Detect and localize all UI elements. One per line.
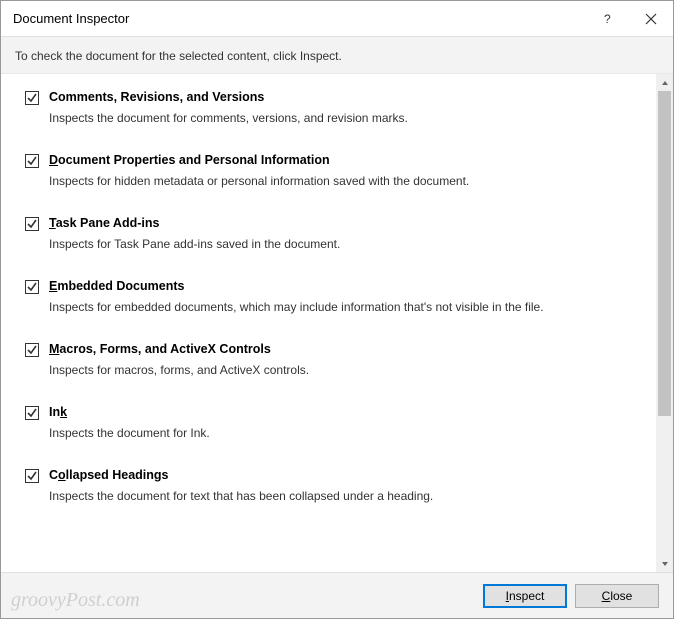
inspection-item-title: Macros, Forms, and ActiveX Controls xyxy=(49,342,271,356)
scrollbar-track[interactable] xyxy=(656,91,673,555)
inspection-item-title: Embedded Documents xyxy=(49,279,184,293)
inspection-item-head: Document Properties and Personal Informa… xyxy=(25,153,632,168)
inspection-item: Comments, Revisions, and Versions Inspect… xyxy=(25,90,632,125)
inspection-checkbox[interactable] xyxy=(25,343,39,357)
instruction-text: To check the document for the selected c… xyxy=(1,37,673,74)
inspection-item-head: Collapsed Headings xyxy=(25,468,632,483)
inspection-item-desc: Inspects the document for Ink. xyxy=(49,426,632,440)
document-inspector-dialog: Document Inspector ? To check the docume… xyxy=(0,0,674,619)
inspection-item: Embedded Documents Inspects for embedded … xyxy=(25,279,632,314)
inspection-item: Ink Inspects the document for Ink. xyxy=(25,405,632,440)
close-window-button[interactable] xyxy=(629,1,673,37)
inspection-item-desc: Inspects for embedded documents, which m… xyxy=(49,300,632,314)
inspection-item-head: Macros, Forms, and ActiveX Controls xyxy=(25,342,632,357)
inspection-checkbox[interactable] xyxy=(25,406,39,420)
help-button[interactable]: ? xyxy=(585,1,629,37)
inspection-item-desc: Inspects for macros, forms, and ActiveX … xyxy=(49,363,632,377)
inspection-item-desc: Inspects for Task Pane add-ins saved in … xyxy=(49,237,632,251)
svg-text:?: ? xyxy=(604,13,611,25)
inspection-item-desc: Inspects for hidden metadata or personal… xyxy=(49,174,632,188)
inspection-item-head: Task Pane Add-ins xyxy=(25,216,632,231)
inspection-item-desc: Inspects the document for comments, vers… xyxy=(49,111,632,125)
inspection-item-head: Embedded Documents xyxy=(25,279,632,294)
watermark-text: groovyPost.com xyxy=(11,589,140,612)
inspection-checkbox[interactable] xyxy=(25,280,39,294)
inspection-item-title: Ink xyxy=(49,405,67,419)
inspection-item-title: Collapsed Headings xyxy=(49,468,168,482)
inspection-item-head: Comments, Revisions, and Versions xyxy=(25,90,632,105)
inspection-item-title: Task Pane Add-ins xyxy=(49,216,159,230)
chevron-down-icon xyxy=(661,560,669,568)
inspection-item: Macros, Forms, and ActiveX Controls Inspe… xyxy=(25,342,632,377)
inspection-checkbox[interactable] xyxy=(25,469,39,483)
help-icon: ? xyxy=(601,13,613,25)
scrollbar[interactable] xyxy=(656,74,673,572)
scroll-down-button[interactable] xyxy=(656,555,673,572)
inspection-checkbox[interactable] xyxy=(25,91,39,105)
inspection-item-desc: Inspects the document for text that has … xyxy=(49,489,632,503)
inspection-item: Task Pane Add-ins Inspects for Task Pane … xyxy=(25,216,632,251)
chevron-up-icon xyxy=(661,79,669,87)
close-button[interactable]: Close xyxy=(575,584,659,608)
titlebar: Document Inspector ? xyxy=(1,1,673,37)
scroll-up-button[interactable] xyxy=(656,74,673,91)
scrollbar-thumb[interactable] xyxy=(658,91,671,416)
inspection-item: Collapsed Headings Inspects the document … xyxy=(25,468,632,503)
content-area: Comments, Revisions, and Versions Inspect… xyxy=(1,74,673,572)
dialog-footer: groovyPost.com Inspect Close xyxy=(1,572,673,618)
inspection-item-head: Ink xyxy=(25,405,632,420)
inspection-item-title: Comments, Revisions, and Versions xyxy=(49,90,264,104)
inspect-button[interactable]: Inspect xyxy=(483,584,567,608)
dialog-title: Document Inspector xyxy=(13,11,585,26)
inspection-list: Comments, Revisions, and Versions Inspect… xyxy=(1,74,656,572)
close-icon xyxy=(645,13,657,25)
inspection-item-title: Document Properties and Personal Informa… xyxy=(49,153,330,167)
inspection-checkbox[interactable] xyxy=(25,217,39,231)
inspection-item: Document Properties and Personal Informa… xyxy=(25,153,632,188)
inspection-checkbox[interactable] xyxy=(25,154,39,168)
